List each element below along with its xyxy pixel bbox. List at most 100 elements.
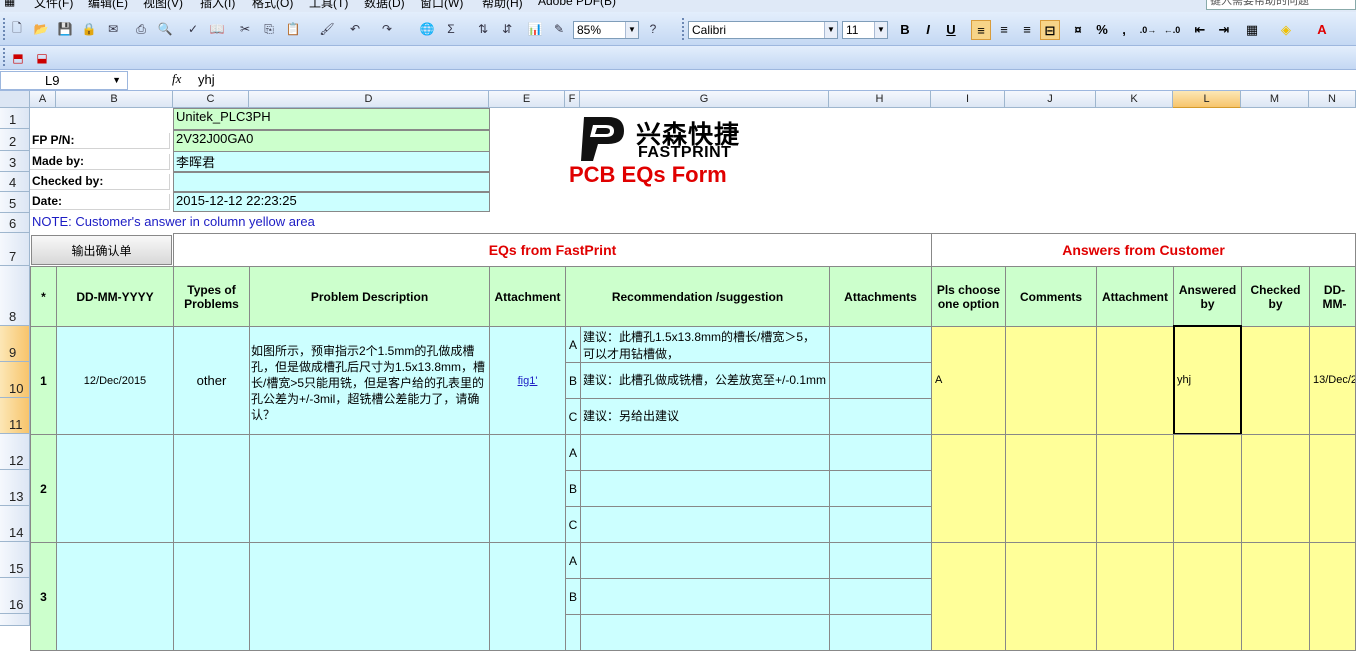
italic-button[interactable]: I — [918, 20, 938, 40]
chevron-down-icon[interactable]: ▼ — [112, 72, 121, 89]
eq-date[interactable]: 12/Dec/2015 — [56, 326, 174, 435]
merge-center-button[interactable]: ⊟ — [1040, 20, 1060, 40]
row-header[interactable]: 12 — [0, 434, 30, 470]
fill-color-button[interactable]: ◈ — [1276, 20, 1296, 40]
chosen-option[interactable] — [931, 542, 1006, 651]
menu-adobe-pdf[interactable]: Adobe PDF(B) — [538, 0, 616, 8]
comma-button[interactable]: , — [1114, 20, 1134, 40]
export-confirmation-button[interactable]: 输出确认单 — [31, 235, 172, 265]
font-color-button[interactable]: A — [1312, 20, 1332, 40]
toolbar-grip[interactable] — [682, 18, 685, 40]
autosum-icon[interactable]: Σ — [442, 20, 460, 38]
fp-pn-value[interactable]: 2V32J00GA0 — [173, 130, 490, 152]
row-header[interactable]: 5 — [0, 192, 30, 213]
recommendation-b[interactable] — [580, 470, 830, 507]
eq-date[interactable] — [56, 542, 174, 651]
eq-description[interactable] — [249, 542, 490, 651]
column-header[interactable]: K — [1096, 91, 1173, 108]
menu-help[interactable]: 帮助(H) — [482, 0, 523, 11]
recommendation-attachment[interactable] — [829, 326, 932, 363]
cut-icon[interactable]: ✂ — [236, 20, 254, 38]
made-by-value[interactable]: 李晖君 — [173, 151, 490, 172]
font-size-select[interactable]: 11 ▼ — [842, 21, 888, 39]
column-header[interactable]: G — [580, 91, 829, 108]
menu-insert[interactable]: 插入(I) — [200, 0, 235, 11]
recommendation-attachment[interactable] — [829, 398, 932, 435]
answer-date-cell[interactable] — [1309, 542, 1356, 651]
row-header[interactable]: 2 — [0, 129, 30, 151]
fx-icon[interactable]: fx — [172, 71, 181, 87]
spelling-icon[interactable]: ✓ — [184, 20, 202, 38]
column-header[interactable]: J — [1005, 91, 1096, 108]
redo-icon[interactable]: ↷ — [378, 20, 396, 38]
increase-decimal-button[interactable]: .0→ — [1138, 20, 1158, 40]
column-header[interactable]: N — [1309, 91, 1356, 108]
menu-format[interactable]: 格式(O) — [252, 0, 293, 11]
recommendation-attachment[interactable] — [829, 578, 932, 615]
undo-icon[interactable]: ↶ — [346, 20, 364, 38]
recommendation-c[interactable] — [580, 506, 830, 543]
row-header[interactable]: 15 — [0, 542, 30, 578]
recommendation-attachment[interactable] — [829, 434, 932, 471]
align-left-button[interactable]: ≡ — [971, 20, 991, 40]
menu-file[interactable]: 文件(F) — [34, 0, 73, 11]
recommendation-attachment[interactable] — [829, 542, 932, 579]
name-box[interactable]: L9 ▼ — [0, 71, 128, 90]
new-icon[interactable]: 🗋 — [8, 20, 26, 38]
checked-by-cell[interactable] — [1241, 326, 1310, 435]
eq-number[interactable]: 3 — [30, 542, 57, 651]
answered-by-cell[interactable] — [1173, 434, 1242, 543]
chosen-option[interactable] — [931, 434, 1006, 543]
recommendation-b[interactable]: 建议：此槽孔做成铣槽，公差放宽至+/-0.1mm — [580, 362, 830, 399]
recommendation-c[interactable] — [580, 614, 830, 651]
comments-cell[interactable] — [1005, 326, 1097, 435]
hyperlink-icon[interactable]: 🌐 — [418, 20, 436, 38]
comments-cell[interactable] — [1005, 542, 1097, 651]
column-header[interactable]: D — [249, 91, 489, 108]
font-name-select[interactable]: Calibri ▼ — [688, 21, 838, 39]
row-header[interactable]: 11 — [0, 398, 30, 434]
chevron-down-icon[interactable]: ▼ — [874, 22, 887, 38]
eq-number[interactable]: 2 — [30, 434, 57, 543]
increase-indent-button[interactable]: ⇥ — [1214, 20, 1234, 40]
customer-attachment-cell[interactable] — [1096, 326, 1174, 435]
checked-by-cell[interactable] — [1241, 542, 1310, 651]
chart-wizard-icon[interactable]: 📊 — [526, 20, 544, 38]
eq-attachment-cell[interactable] — [489, 542, 566, 651]
row-header[interactable]: 16 — [0, 578, 30, 614]
project-name-cell[interactable]: Unitek_PLC3PH — [173, 108, 490, 130]
eq-attachment-cell[interactable] — [489, 434, 566, 543]
recommendation-attachment[interactable] — [829, 506, 932, 543]
email-icon[interactable]: ✉ — [104, 20, 122, 38]
eq-type[interactable] — [173, 434, 250, 543]
row-header[interactable]: 8 — [0, 266, 30, 326]
menu-tools[interactable]: 工具(T) — [309, 0, 348, 11]
align-center-button[interactable]: ≡ — [994, 20, 1014, 40]
date-value[interactable]: 2015-12-12 22:23:25 — [173, 192, 490, 212]
column-header[interactable]: F — [565, 91, 580, 108]
print-preview-icon[interactable]: 🔍 — [156, 20, 174, 38]
sort-ascending-icon[interactable]: ⇅ — [474, 20, 492, 38]
column-header[interactable]: E — [489, 91, 565, 108]
column-header[interactable]: I — [931, 91, 1005, 108]
open-icon[interactable]: 📂 — [32, 20, 50, 38]
bold-button[interactable]: B — [895, 20, 915, 40]
eq-type[interactable] — [173, 542, 250, 651]
menu-window[interactable]: 窗口(W) — [420, 0, 463, 11]
recommendation-a[interactable] — [580, 434, 830, 471]
row-header[interactable]: 1 — [0, 108, 30, 129]
print-icon[interactable]: ⎙ — [132, 20, 150, 38]
row-header[interactable]: 3 — [0, 151, 30, 172]
column-header[interactable]: L — [1173, 91, 1241, 108]
help-search-input[interactable]: 键入需要帮助的问题 — [1206, 0, 1356, 10]
convert-and-email-pdf-icon[interactable]: ⬓ — [33, 49, 51, 67]
save-icon[interactable]: 💾 — [56, 20, 74, 38]
column-header[interactable]: B — [56, 91, 173, 108]
eq-date[interactable] — [56, 434, 174, 543]
percent-button[interactable]: % — [1092, 20, 1112, 40]
row-header[interactable]: 13 — [0, 470, 30, 506]
toolbar-grip[interactable] — [3, 48, 6, 66]
row-header[interactable]: 14 — [0, 506, 30, 542]
comments-cell[interactable] — [1005, 434, 1097, 543]
recommendation-attachment[interactable] — [829, 614, 932, 651]
